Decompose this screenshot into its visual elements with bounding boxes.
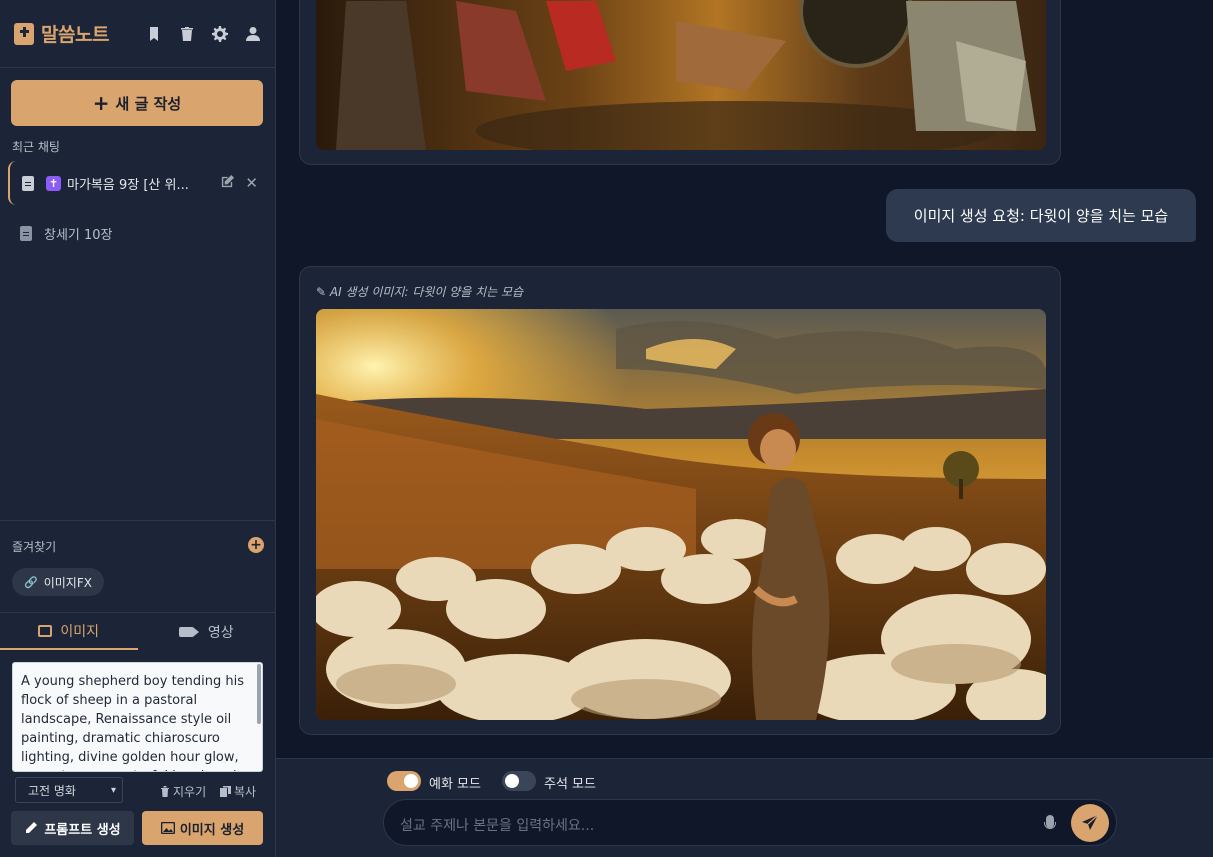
- style-select[interactable]: 고전 명화 ▾: [15, 777, 123, 803]
- commentary-mode-label: 주석 모드: [544, 777, 596, 792]
- new-post-button[interactable]: + 새 글 작성: [11, 80, 263, 126]
- chat-actions: ✕: [220, 174, 258, 193]
- send-button[interactable]: [1071, 804, 1109, 842]
- pencil-icon: [26, 822, 38, 833]
- chat-title: 마가복음 9장 [산 위...: [67, 177, 189, 193]
- tab-image[interactable]: 이미지: [0, 613, 138, 650]
- new-post-label: 새 글 작성: [115, 94, 182, 113]
- style-select-value: 고전 명화: [28, 783, 76, 798]
- tab-label: 이미지: [60, 623, 100, 640]
- image-caption-text: AI 생성 이미지: 다윗이 양을 치는 모습: [329, 285, 524, 299]
- user-message-text: 이미지 생성 요청: 다윗이 양을 치는 모습: [913, 207, 1169, 225]
- user-message-bubble: 이미지 생성 요청: 다윗이 양을 치는 모습: [886, 189, 1196, 242]
- video-icon: [178, 626, 199, 637]
- previous-image-card: [299, 0, 1061, 165]
- header-actions: [146, 25, 261, 42]
- cross-emoji-icon: ✝: [46, 175, 61, 191]
- copy-button[interactable]: 복사: [220, 783, 256, 800]
- tab-label: 영상: [207, 624, 234, 641]
- microphone-icon[interactable]: [1044, 815, 1056, 829]
- user-icon[interactable]: [245, 26, 261, 42]
- close-icon[interactable]: ✕: [245, 174, 258, 192]
- document-icon: [22, 175, 34, 191]
- generate-prompt-button[interactable]: 프롬프트 생성: [11, 811, 134, 845]
- clear-label: 지우기: [173, 785, 207, 799]
- generated-image[interactable]: [316, 309, 1046, 720]
- favorite-chip[interactable]: 🔗 이미지FX: [12, 568, 104, 596]
- send-icon: [1082, 814, 1099, 830]
- generate-image-label: 이미지 생성: [179, 822, 245, 838]
- chat-item-genesis-10[interactable]: 창세기 10장: [8, 211, 268, 255]
- scrollbar[interactable]: [257, 664, 261, 724]
- illustration-mode-toggle[interactable]: [387, 771, 421, 791]
- favorites-label: 즐겨찾기: [12, 540, 57, 554]
- generate-image-button[interactable]: 이미지 생성: [142, 811, 263, 845]
- bookmark-icon[interactable]: [146, 26, 162, 42]
- input-bar: 예화 모드 주석 모드 설교 주제나 본문을 입력하세요...: [276, 758, 1213, 857]
- sidebar-header: 말씀노트: [0, 0, 275, 68]
- ai-image-card: ✎ AI 생성 이미지: 다윗이 양을 치는 모습: [299, 266, 1061, 735]
- toggle-knob: [505, 774, 519, 788]
- favorite-label: 이미지FX: [43, 575, 92, 590]
- chat-input-placeholder: 설교 주제나 본문을 입력하세요...: [400, 818, 595, 834]
- bible-icon: [14, 22, 34, 45]
- chat-input[interactable]: 설교 주제나 본문을 입력하세요...: [383, 799, 1117, 846]
- image-caption: ✎ AI 생성 이미지: 다윗이 양을 치는 모습: [316, 283, 523, 300]
- generate-prompt-label: 프롬프트 생성: [44, 822, 121, 838]
- divider: [0, 520, 275, 521]
- media-tabs: 이미지 영상: [0, 612, 275, 650]
- chat-main: 이미지 생성 요청: 다윗이 양을 치는 모습 ✎ AI 생성 이미지: 다윗이…: [276, 0, 1213, 857]
- prompt-textarea[interactable]: A young shepherd boy tending his flock o…: [12, 662, 263, 772]
- add-favorite-icon[interactable]: +: [248, 537, 264, 553]
- copy-icon: [220, 786, 231, 797]
- trash-icon: [161, 786, 169, 797]
- illustration-mode-label: 예화 모드: [429, 777, 481, 792]
- app-title: 말씀노트: [41, 24, 109, 46]
- toggle-knob: [404, 774, 418, 788]
- tab-video[interactable]: 영상: [138, 613, 276, 650]
- plus-icon: +: [92, 91, 110, 115]
- sidebar: 말씀노트 + 새 글 작성 최근 채팅 ✝ 마가복음 9장 [산 위... ✕ …: [0, 0, 276, 857]
- generated-image[interactable]: [316, 0, 1046, 150]
- clear-button[interactable]: 지우기: [160, 783, 206, 800]
- image-icon: [160, 822, 175, 834]
- pencil-icon: ✎: [316, 285, 327, 299]
- gear-icon[interactable]: [212, 25, 228, 42]
- chevron-down-icon: ▾: [110, 785, 116, 796]
- recent-chats-label: 최근 채팅: [12, 140, 60, 154]
- chat-title: 창세기 10장: [44, 227, 113, 243]
- document-icon: [20, 225, 32, 241]
- edit-icon[interactable]: [220, 174, 235, 193]
- copy-label: 복사: [234, 785, 257, 799]
- image-icon: [38, 624, 53, 637]
- chat-item-mark-9[interactable]: ✝ 마가복음 9장 [산 위... ✕: [8, 161, 268, 205]
- link-icon: 🔗: [24, 575, 38, 589]
- commentary-mode-toggle[interactable]: [502, 771, 536, 791]
- trash-icon[interactable]: [179, 26, 195, 42]
